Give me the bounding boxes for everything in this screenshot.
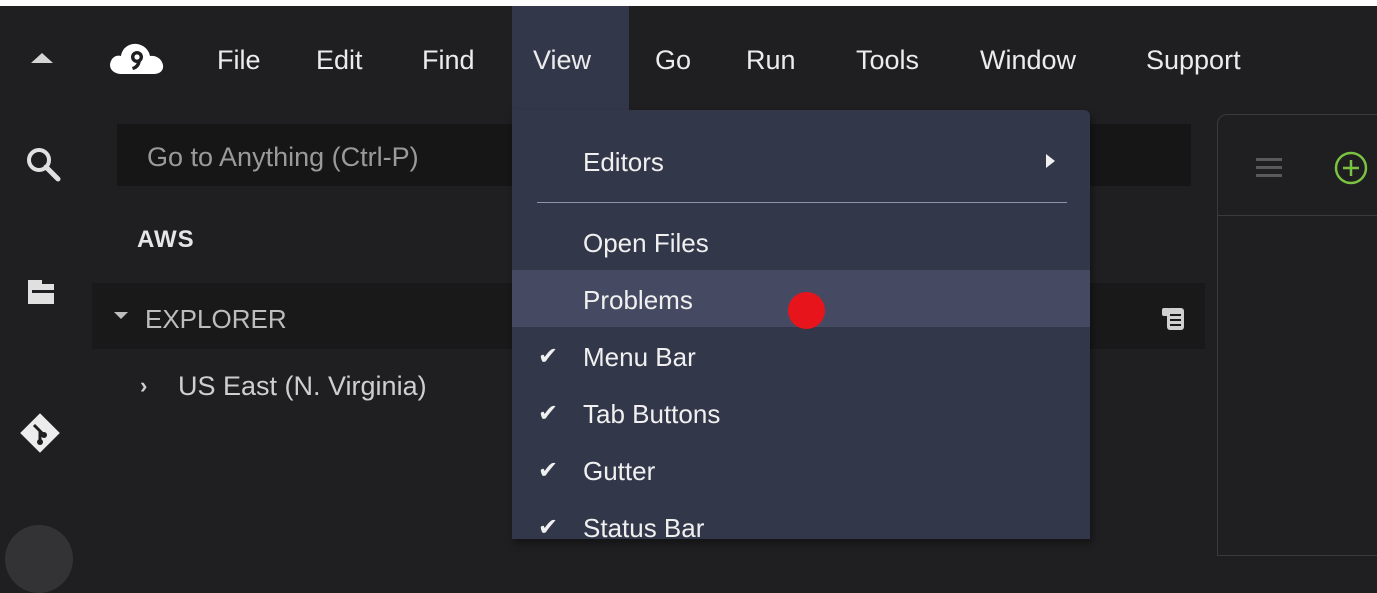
menu-item-menu-bar[interactable]: ✔ Menu Bar xyxy=(512,327,1090,384)
tree-item-region[interactable]: US East (N. Virginia) xyxy=(178,371,427,402)
avatar[interactable] xyxy=(5,525,73,593)
menu-view[interactable]: View xyxy=(512,6,629,110)
menu-go[interactable]: Go xyxy=(655,6,691,110)
caret-down-icon xyxy=(114,312,128,319)
menu-item-editors[interactable]: Editors xyxy=(512,132,1090,189)
menu-item-label: Open Files xyxy=(583,228,709,258)
caret-up-icon[interactable] xyxy=(31,53,53,63)
menu-support[interactable]: Support xyxy=(1146,6,1241,110)
menu-item-label: Menu Bar xyxy=(583,342,696,372)
menu-file[interactable]: File xyxy=(217,6,261,110)
menu-item-label: Status Bar xyxy=(583,513,705,543)
hamburger-icon[interactable] xyxy=(1256,156,1282,180)
git-icon[interactable] xyxy=(18,411,62,455)
chevron-right-icon[interactable]: › xyxy=(140,373,147,399)
menu-item-label: Problems xyxy=(583,285,693,315)
menu-item-gutter[interactable]: ✔ Gutter xyxy=(512,441,1090,498)
submenu-arrow-icon xyxy=(1046,154,1055,168)
checkmark-icon: ✔ xyxy=(538,457,559,484)
menu-find[interactable]: Find xyxy=(422,6,475,110)
pane-divider xyxy=(1218,215,1377,216)
search-icon[interactable] xyxy=(24,145,64,185)
menu-item-label: Editors xyxy=(583,147,664,177)
checkmark-icon: ✔ xyxy=(538,343,559,370)
scroll-menu-icon[interactable] xyxy=(1160,306,1186,332)
menu-item-label: Tab Buttons xyxy=(583,399,721,429)
menu-separator xyxy=(537,202,1067,203)
cursor-marker xyxy=(788,292,825,329)
menu-run[interactable]: Run xyxy=(746,6,796,110)
menu-tools[interactable]: Tools xyxy=(856,6,919,110)
checkmark-icon: ✔ xyxy=(538,514,559,541)
menu-window[interactable]: Window xyxy=(980,6,1076,110)
plus-circle-icon[interactable] xyxy=(1333,150,1369,186)
checkmark-icon: ✔ xyxy=(538,400,559,427)
menu-item-label: Gutter xyxy=(583,456,656,486)
menu-item-status-bar[interactable]: ✔ Status Bar xyxy=(512,498,1090,555)
folder-icon[interactable] xyxy=(26,278,56,306)
section-title: AWS xyxy=(137,226,195,253)
cloud9-logo-icon[interactable] xyxy=(108,40,168,76)
menu-item-tab-buttons[interactable]: ✔ Tab Buttons xyxy=(512,384,1090,441)
menu-item-open-files[interactable]: Open Files xyxy=(512,213,1090,270)
explorer-label: EXPLORER xyxy=(145,304,287,334)
menu-edit[interactable]: Edit xyxy=(316,6,363,110)
search-placeholder: Go to Anything (Ctrl-P) xyxy=(147,142,419,172)
